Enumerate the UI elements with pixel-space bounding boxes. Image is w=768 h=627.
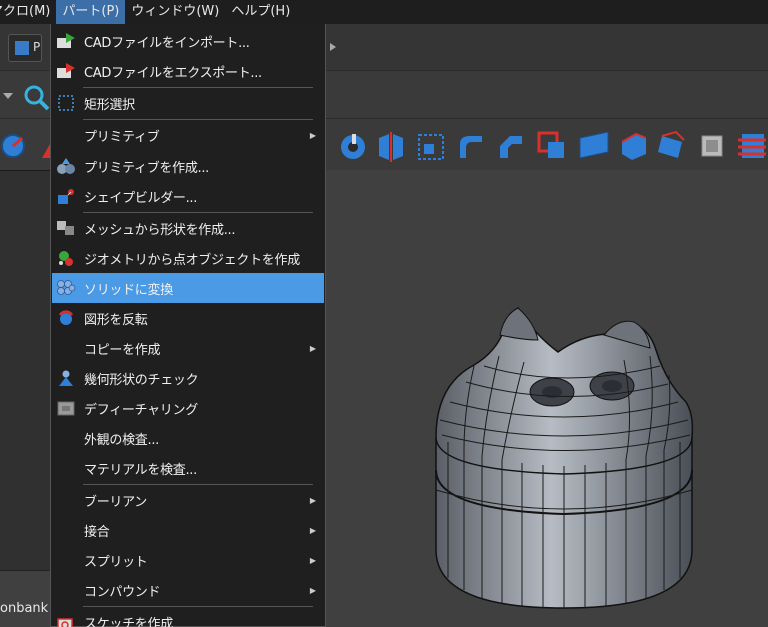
menu-export-cad-label: CADファイルをエクスポート... bbox=[84, 65, 262, 81]
combo-view-panel bbox=[0, 170, 52, 570]
menu-shape-builder-label: シェイプビルダー... bbox=[84, 190, 198, 206]
submenu-arrow-icon: ▶ bbox=[309, 585, 316, 595]
menu-create-sketch-label: スケッチを作成 bbox=[84, 616, 173, 627]
submenu-arrow-icon: ▶ bbox=[309, 130, 316, 140]
menu-reverse-shapes-label: 図形を反転 bbox=[84, 312, 148, 328]
menu-boolean-label: ブーリアン bbox=[84, 494, 147, 510]
defeaturing-icon bbox=[56, 399, 76, 417]
cross-sections-icon[interactable] bbox=[736, 130, 768, 162]
menu-defeaturing[interactable]: デフィーチャリング bbox=[52, 393, 324, 423]
chamfer-icon[interactable] bbox=[496, 132, 526, 162]
wireframe-model bbox=[435, 306, 694, 609]
menu-check-material-label: マテリアルを検査... bbox=[84, 462, 197, 478]
zoom-fit-icon[interactable] bbox=[22, 83, 50, 111]
menu-shape-from-mesh[interactable]: メッシュから形状を作成... bbox=[52, 213, 324, 243]
mirror-icon[interactable] bbox=[376, 132, 406, 162]
submenu-arrow-icon: ▶ bbox=[309, 525, 316, 535]
submenu-arrow-icon: ▶ bbox=[309, 555, 316, 565]
convert-to-solid-icon bbox=[56, 279, 76, 297]
export-icon bbox=[56, 62, 76, 80]
menu-box-select-label: 矩形選択 bbox=[84, 97, 135, 113]
menu-convert-to-solid[interactable]: ソリッドに変換 bbox=[52, 273, 324, 303]
menu-defeaturing-label: デフィーチャリング bbox=[84, 402, 198, 418]
cube-icon bbox=[15, 41, 29, 55]
section-icon[interactable] bbox=[696, 130, 728, 162]
menu-help[interactable]: ヘルプ(H) bbox=[225, 0, 296, 24]
menu-check-geometry-label: 幾何形状のチェック bbox=[84, 372, 199, 388]
menu-check-material[interactable]: マテリアルを検査... bbox=[52, 453, 324, 483]
menu-macro[interactable]: マクロ(M) bbox=[0, 0, 56, 24]
part-menu-dropdown: CADファイルをインポート... CADファイルをエクスポート... 矩形選択 … bbox=[50, 24, 326, 627]
menu-join[interactable]: 接合 ▶ bbox=[52, 515, 324, 545]
3d-viewport[interactable] bbox=[324, 170, 768, 627]
reverse-shapes-icon bbox=[56, 309, 76, 327]
menu-convert-to-solid-label: ソリッドに変換 bbox=[84, 282, 173, 298]
document-tab-label[interactable]: onbank ( bbox=[0, 601, 57, 616]
menu-points-from-geometry[interactable]: ジオメトリから点オブジェクトを作成 bbox=[52, 243, 324, 273]
toolbar-overflow-icon[interactable] bbox=[328, 40, 338, 54]
menu-bar: マクロ(M) パート(P) ウィンドウ(W) ヘルプ(H) bbox=[0, 0, 768, 24]
menu-import-cad[interactable]: CADファイルをインポート... bbox=[52, 26, 324, 56]
part-workbench-button[interactable]: P bbox=[8, 34, 42, 62]
menu-split-label: スプリット bbox=[84, 554, 148, 570]
box-select-icon bbox=[56, 94, 76, 112]
menu-reverse-shapes[interactable]: 図形を反転 bbox=[52, 303, 324, 333]
menu-compound-label: コンパウンド bbox=[84, 584, 161, 600]
ruled-surface-icon[interactable] bbox=[578, 130, 610, 162]
menu-check-geometry[interactable]: 幾何形状のチェック bbox=[52, 363, 324, 393]
menu-window[interactable]: ウィンドウ(W) bbox=[125, 0, 225, 24]
menu-export-cad[interactable]: CADファイルをエクスポート... bbox=[52, 56, 324, 86]
menu-points-from-geometry-label: ジオメトリから点オブジェクトを作成 bbox=[84, 252, 300, 268]
menu-primitives-label: プリミティブ bbox=[84, 129, 160, 145]
menu-part[interactable]: パート(P) bbox=[56, 0, 126, 24]
shape-builder-icon bbox=[56, 187, 76, 205]
menu-shape-from-mesh-label: メッシュから形状を作成... bbox=[84, 222, 236, 238]
measure-icon[interactable] bbox=[0, 132, 28, 160]
submenu-arrow-icon: ▶ bbox=[309, 495, 316, 505]
offset-icon[interactable] bbox=[416, 132, 446, 162]
sweep-icon[interactable] bbox=[656, 130, 688, 162]
left-panel-bottom bbox=[0, 570, 52, 627]
revolve-icon[interactable] bbox=[338, 132, 368, 162]
menu-create-primitives[interactable]: プリミティブを作成... bbox=[52, 151, 324, 181]
loft-icon[interactable] bbox=[618, 130, 650, 162]
import-icon bbox=[56, 32, 76, 50]
menu-create-sketch[interactable]: スケッチを作成 bbox=[52, 607, 324, 627]
shape-from-mesh-icon bbox=[56, 219, 76, 237]
fillet-icon[interactable] bbox=[456, 132, 486, 162]
sketch-icon bbox=[56, 613, 76, 627]
check-geometry-icon bbox=[56, 369, 76, 387]
menu-check-appearance[interactable]: 外観の検査... bbox=[52, 423, 324, 453]
menu-shape-builder[interactable]: シェイプビルダー... bbox=[52, 181, 324, 211]
menu-box-select[interactable]: 矩形選択 bbox=[52, 88, 324, 118]
dropdown-arrow-icon[interactable] bbox=[2, 90, 14, 102]
menu-boolean[interactable]: ブーリアン ▶ bbox=[52, 485, 324, 515]
make-face-icon[interactable] bbox=[536, 130, 568, 162]
menu-join-label: 接合 bbox=[84, 524, 110, 540]
menu-primitives[interactable]: プリミティブ ▶ bbox=[52, 120, 324, 150]
create-primitives-icon bbox=[56, 157, 76, 175]
menu-create-copy-label: コピーを作成 bbox=[84, 342, 161, 358]
menu-import-cad-label: CADファイルをインポート... bbox=[84, 35, 250, 51]
menu-check-appearance-label: 外観の検査... bbox=[84, 432, 159, 448]
menu-split[interactable]: スプリット ▶ bbox=[52, 545, 324, 575]
menu-compound[interactable]: コンパウンド ▶ bbox=[52, 575, 324, 605]
menu-create-copy[interactable]: コピーを作成 ▶ bbox=[52, 333, 324, 363]
submenu-arrow-icon: ▶ bbox=[309, 343, 316, 353]
points-from-geometry-icon bbox=[56, 249, 76, 267]
part-workbench-label: P bbox=[33, 40, 41, 54]
menu-create-primitives-label: プリミティブを作成... bbox=[84, 160, 210, 176]
